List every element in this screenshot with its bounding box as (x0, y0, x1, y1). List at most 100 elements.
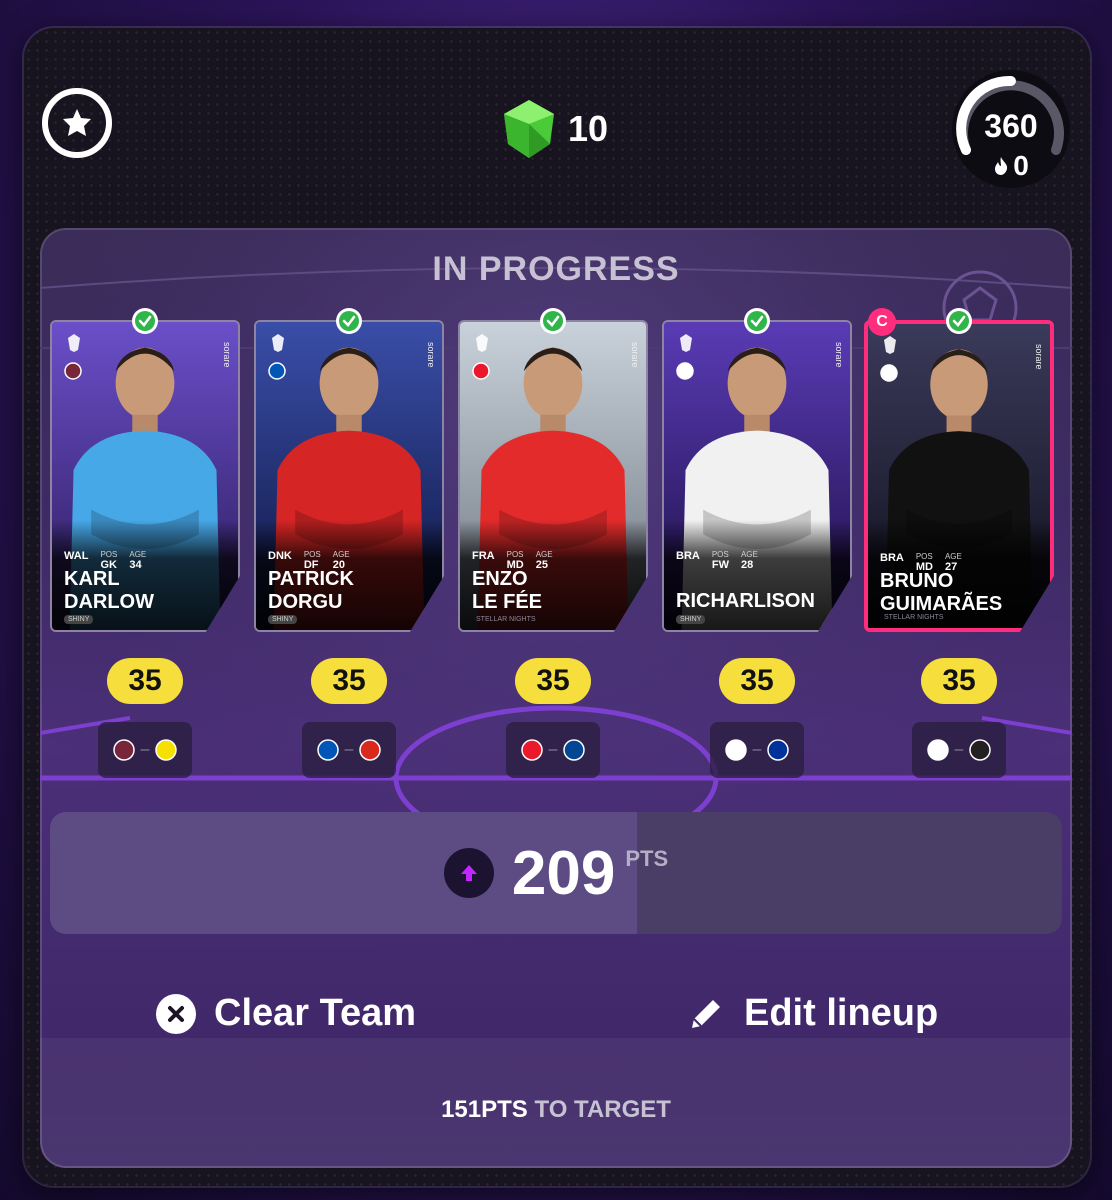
check-icon (744, 308, 770, 334)
home-crest-icon (926, 739, 949, 761)
player-age: AGE 28 (740, 550, 758, 571)
fixture-separator: – (752, 741, 762, 758)
player-name: ENZO LE FÉE (472, 568, 542, 614)
card-brand-logo: sorare (1034, 344, 1044, 370)
card-rarity-tag: SHINY (676, 615, 706, 624)
fire-counter: 0 (952, 150, 1070, 182)
player-last-name: LE FÉE (472, 591, 543, 613)
lineup-panel: 10 360 0 IN PROGRESS sorare WAL POS GK A… (24, 28, 1090, 1186)
card-brand-logo: sorare (222, 342, 232, 368)
away-crest-icon (767, 739, 790, 761)
home-crest-icon (112, 739, 135, 761)
premier-league-icon (472, 332, 492, 354)
away-crest-icon (359, 739, 382, 761)
total-points-value: 209 (511, 838, 616, 908)
player-name: PATRICK DORGU (268, 568, 354, 614)
pencil-icon (692, 999, 720, 1028)
home-crest-icon (520, 739, 543, 761)
player-last-name: DARLOW (64, 591, 154, 613)
premier-league-icon (676, 332, 696, 354)
player-first-name: ENZO (472, 568, 528, 590)
gauge-value: 360 (984, 108, 1038, 144)
target-value: 151PTS (441, 1096, 528, 1123)
fixture-separator: – (954, 741, 964, 758)
gem-count: 10 (568, 108, 609, 149)
player-score: 35 (515, 658, 591, 704)
away-crest-icon (563, 739, 586, 761)
lineup-board: IN PROGRESS sorare WAL POS GK AGE 34 KARL DARLO… (40, 228, 1072, 1168)
check-icon (132, 308, 158, 334)
clear-team-button[interactable]: Clear Team (156, 992, 416, 1035)
board-status-title: IN PROGRESS (432, 250, 680, 288)
player-first-name: RICHARLISON (676, 590, 815, 612)
fixture-separator: – (140, 741, 150, 758)
target-text: 151PTS TO TARGET (40, 1096, 1072, 1124)
player-first-name: KARL (64, 568, 120, 590)
player-card[interactable]: sorare BRA POS MD AGE 27 BRUNO GUIMARÃES STELLAR… (864, 320, 1054, 632)
away-crest-icon (969, 739, 992, 761)
star-badge-button[interactable] (42, 88, 112, 158)
target-suffix: TO TARGET (527, 1096, 671, 1123)
card-brand-logo: sorare (630, 342, 640, 368)
club-crest-icon (472, 362, 490, 380)
fixture-chip[interactable]: – (710, 722, 804, 778)
captain-badge: C (868, 308, 896, 336)
clear-team-label: Clear Team (214, 992, 417, 1034)
home-crest-icon (724, 739, 747, 761)
gem-icon (504, 100, 554, 158)
player-card[interactable]: sorare BRA POS FW AGE 28 RICHARLISON SHINY (662, 320, 852, 632)
player-card[interactable]: sorare DNK POS DF AGE 20 PATRICK DORGU SHINY (254, 320, 444, 632)
fixture-chip[interactable]: – (912, 722, 1006, 778)
card-rarity-tag: SHINY (268, 615, 298, 624)
total-points-unit: PTS (625, 846, 669, 871)
fire-icon (995, 157, 1008, 175)
fixture-chip[interactable]: – (506, 722, 600, 778)
card-rarity-tag: STELLAR NIGHTS (476, 616, 536, 623)
fixture-chip[interactable]: – (302, 722, 396, 778)
club-crest-icon (880, 364, 898, 382)
player-first-name: PATRICK (268, 568, 354, 590)
player-score: 35 (107, 658, 183, 704)
player-last-name: DORGU (268, 591, 343, 613)
player-meta: BRA POS FW AGE 28 (676, 550, 758, 571)
club-crest-icon (268, 362, 286, 380)
total-points-bar: 209 PTS (50, 812, 1062, 934)
home-crest-icon (316, 739, 339, 761)
player-card[interactable]: sorare WAL POS GK AGE 34 KARL DARLOW SHINY (50, 320, 240, 632)
gem-counter: 10 (500, 98, 608, 160)
card-shade (664, 520, 850, 630)
player-position: POS FW (711, 550, 729, 571)
player-card[interactable]: sorare FRA POS MD AGE 25 ENZO LE FÉE STELLAR NIG… (458, 320, 648, 632)
card-brand-logo: sorare (426, 342, 436, 368)
fire-count: 0 (1013, 150, 1029, 181)
trend-up-icon (443, 848, 494, 898)
fixture-separator: – (548, 741, 558, 758)
points-gauge[interactable]: 360 0 (952, 70, 1070, 188)
card-rarity-tag: SHINY (64, 615, 94, 624)
player-name: RICHARLISON (676, 590, 815, 613)
away-crest-icon (155, 739, 178, 761)
player-score: 35 (311, 658, 387, 704)
premier-league-icon (268, 332, 288, 354)
club-crest-icon (676, 362, 694, 380)
edit-lineup-label: Edit lineup (744, 992, 939, 1034)
player-nationality: BRA (676, 550, 700, 562)
player-name: KARL DARLOW (64, 568, 154, 614)
player-score: 35 (719, 658, 795, 704)
check-icon (540, 308, 566, 334)
check-icon (336, 308, 362, 334)
fixture-chip[interactable]: – (98, 722, 192, 778)
check-icon (946, 308, 972, 334)
edit-lineup-button[interactable]: Edit lineup (686, 992, 938, 1035)
player-first-name: BRUNO (880, 570, 954, 592)
premier-league-icon (880, 334, 900, 356)
fixture-separator: – (344, 741, 354, 758)
club-crest-icon (64, 362, 82, 380)
premier-league-icon (64, 332, 84, 354)
close-circle-icon (156, 993, 196, 1034)
player-score: 35 (921, 658, 997, 704)
card-rarity-tag: STELLAR NIGHTS (884, 614, 944, 621)
card-brand-logo: sorare (834, 342, 844, 368)
player-name: BRUNO GUIMARÃES (880, 570, 1002, 616)
star-icon (63, 109, 91, 136)
